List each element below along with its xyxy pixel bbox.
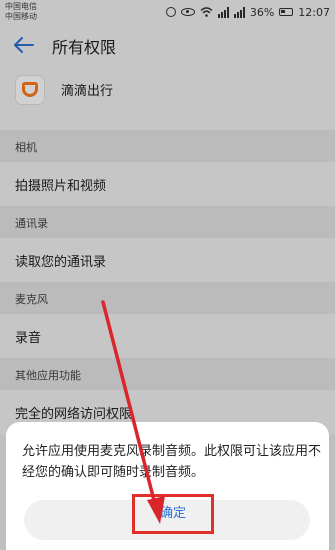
dialog-message: 允许应用使用麦克风录制音频。此权限可让该应用不经您的确认即可随时录制音频。: [22, 444, 322, 480]
confirm-button-label[interactable]: 确定: [132, 494, 214, 534]
permission-dialog: 允许应用使用麦克风录制音频。此权限可让该应用不经您的确认即可随时录制音频。 确定: [6, 422, 329, 550]
